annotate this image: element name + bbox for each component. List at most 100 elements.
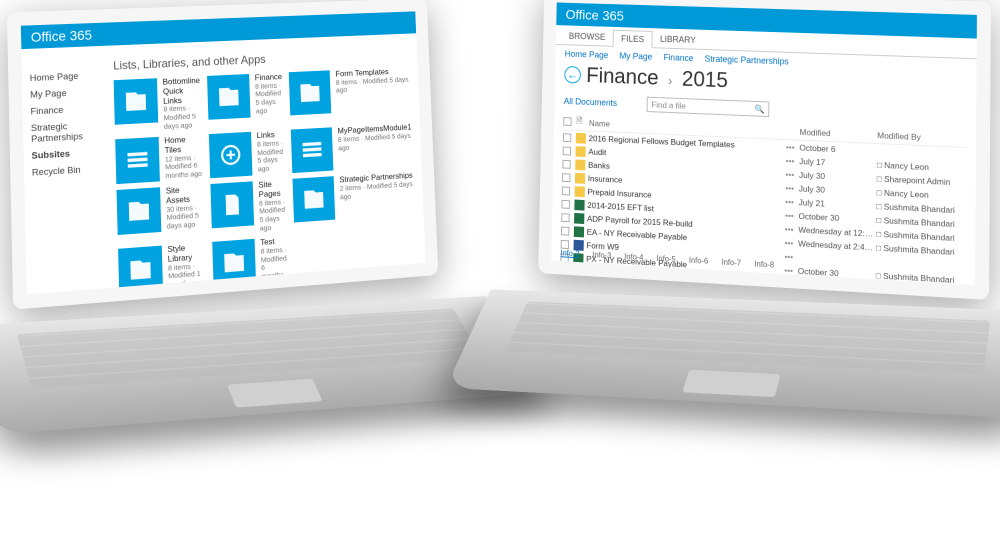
row-checkbox[interactable]	[563, 146, 571, 155]
view-selector[interactable]: All Documents	[564, 96, 617, 108]
tile-sub: 8 items · Modified 5 days ago	[336, 76, 410, 96]
ellipsis-menu[interactable]: •••	[785, 210, 799, 220]
links-icon	[209, 132, 253, 178]
footer-tab[interactable]: Info-5	[656, 254, 675, 264]
list-icon	[115, 137, 160, 184]
library-icon	[293, 176, 336, 222]
global-nav-link[interactable]: Finance	[663, 52, 693, 63]
crumb-library[interactable]: Finance	[586, 63, 659, 90]
row-checkbox[interactable]	[560, 266, 568, 275]
footer-tab[interactable]: Info-4	[624, 252, 643, 262]
library-icon	[118, 246, 163, 295]
laptop-device-left: Office 365 Home PageMy PageFinanceStrate…	[10, 10, 470, 470]
row-checkbox[interactable]	[563, 133, 571, 142]
app-tile[interactable]: Finance8 items · Modified 5 days ago	[207, 72, 284, 128]
search-input[interactable]: Find a file 🔍	[647, 97, 770, 117]
ellipsis-menu[interactable]: •••	[785, 224, 799, 235]
chevron-right-icon: ›	[668, 73, 673, 88]
row-checkbox[interactable]	[561, 213, 569, 222]
library-icon	[117, 187, 162, 235]
list-icon	[291, 127, 334, 173]
global-nav-link[interactable]: My Page	[619, 51, 652, 62]
app-tile[interactable]: Test8 items · Modified 6 months ago	[212, 237, 289, 294]
folder-icon	[576, 132, 586, 143]
search-placeholder: Find a file	[651, 100, 686, 111]
breadcrumb: Finance › 2015	[586, 63, 728, 93]
row-checkbox[interactable]	[561, 226, 569, 235]
col-modified-by[interactable]: Modified By	[877, 130, 966, 144]
ellipsis-menu[interactable]: •••	[785, 197, 799, 207]
xls-icon	[574, 226, 584, 237]
app-tile[interactable]: Style Library8 items · Modified 1 month …	[118, 243, 206, 295]
tile-sub: 12 items · Modified 6 months ago	[165, 153, 203, 180]
app-tile[interactable]: Site Pages6 items · Modified 5 days ago	[211, 179, 288, 236]
screen-frame: Office 365 BROWSEFILESLIBRARY Home Page M…	[538, 0, 991, 300]
tile-title: Bottomline Quick Links	[163, 76, 201, 106]
app-tile-grid: Bottomline Quick Links8 items · Modified…	[114, 67, 418, 295]
footer-tab[interactable]: Info-6	[689, 256, 709, 266]
app-tile[interactable]: Site Assets30 items · Modified 5 days ag…	[117, 185, 205, 243]
ellipsis-menu[interactable]: •••	[786, 156, 800, 166]
ellipsis-menu[interactable]: •••	[784, 279, 798, 285]
brand-label: Office 365	[565, 7, 624, 24]
app-tile[interactable]: Links8 items · Modified 5 days ago	[209, 130, 285, 178]
tile-sub: 6 items · Modified 5 days ago	[259, 198, 288, 233]
row-checkbox[interactable]	[561, 239, 569, 248]
folder-icon	[575, 159, 585, 170]
library-icon	[289, 70, 332, 115]
footer-tab[interactable]: Info-3	[592, 250, 611, 260]
app-tile[interactable]: MyPageItemsModule18 items · Modified 5 d…	[291, 123, 413, 173]
ellipsis-menu[interactable]: •••	[785, 238, 799, 249]
ellipsis-menu[interactable]: •••	[785, 183, 799, 193]
file-type-icon: 🗎	[576, 115, 589, 129]
ribbon-tab-files[interactable]: FILES	[613, 30, 653, 48]
select-all-checkbox[interactable]	[563, 117, 571, 126]
folder-icon	[575, 146, 585, 157]
ribbon-tab-library[interactable]: LIBRARY	[652, 31, 703, 48]
global-nav-link[interactable]: Strategic Partnerships	[705, 54, 789, 67]
tile-sub: 8 items · Modified 1 month ago	[168, 262, 206, 290]
global-nav-link[interactable]: Home Page	[565, 49, 609, 60]
arrow-left-icon: ←	[567, 68, 578, 82]
tile-title: Site Assets	[166, 185, 204, 206]
tile-sub: 8 items · Modified 6 months ago	[261, 246, 290, 290]
library-icon	[114, 78, 159, 125]
screen-right: Office 365 BROWSEFILESLIBRARY Home Page M…	[551, 3, 977, 286]
row-checkbox[interactable]	[562, 186, 570, 195]
search-icon: 🔍	[754, 103, 764, 114]
tile-sub: 8 items · Modified 5 days ago	[338, 132, 412, 152]
app-tile[interactable]: Bottomline Quick Links8 items · Modified…	[114, 76, 202, 133]
back-button[interactable]: ←	[564, 66, 581, 84]
folder-icon	[575, 172, 585, 183]
ellipsis-menu[interactable]: •••	[786, 142, 800, 152]
ribbon-tab-browse[interactable]: BROWSE	[561, 28, 613, 45]
generic-icon	[573, 266, 583, 277]
brand-label: Office 365	[31, 27, 93, 45]
crumb-folder: 2015	[682, 66, 728, 92]
library-icon	[212, 239, 256, 287]
ellipsis-menu[interactable]: •••	[786, 169, 800, 179]
modified-date: June 18	[798, 280, 876, 285]
row-checkbox[interactable]	[562, 199, 570, 208]
modified-by: □ Sushmita Bhandari	[876, 284, 965, 285]
app-tile[interactable]: Home Tiles12 items · Modified 6 months a…	[115, 135, 203, 185]
footer-tab[interactable]: Info-2	[560, 249, 579, 259]
modified-date	[798, 257, 876, 261]
app-tile[interactable]: Strategic Partnerships2 items · Modified…	[293, 171, 415, 230]
laptop-base	[445, 289, 1000, 419]
tile-sub: 8 items · Modified 5 days ago	[163, 104, 201, 131]
app-tile[interactable]: Form Templates8 items · Modified 5 days …	[289, 67, 411, 124]
pages-icon	[211, 181, 255, 228]
screen-left: Office 365 Home PageMy PageFinanceStrate…	[21, 11, 426, 294]
footer-tab[interactable]: Info-8	[754, 260, 774, 270]
folder-icon	[575, 186, 585, 197]
col-modified[interactable]: Modified	[800, 127, 878, 140]
nav-item-strategic-partnerships[interactable]: Strategic Partnerships	[29, 116, 106, 148]
row-checkbox[interactable]	[562, 173, 570, 182]
nav-item-recycle-bin[interactable]: Recycle Bin	[30, 160, 107, 181]
modified-by	[877, 151, 966, 155]
tile-sub: 2 items · Modified 5 days ago	[340, 180, 415, 201]
row-checkbox[interactable]	[562, 159, 570, 168]
tile-sub: 30 items · Modified 5 days ago	[166, 203, 204, 231]
footer-tab[interactable]: Info-7	[721, 258, 741, 268]
